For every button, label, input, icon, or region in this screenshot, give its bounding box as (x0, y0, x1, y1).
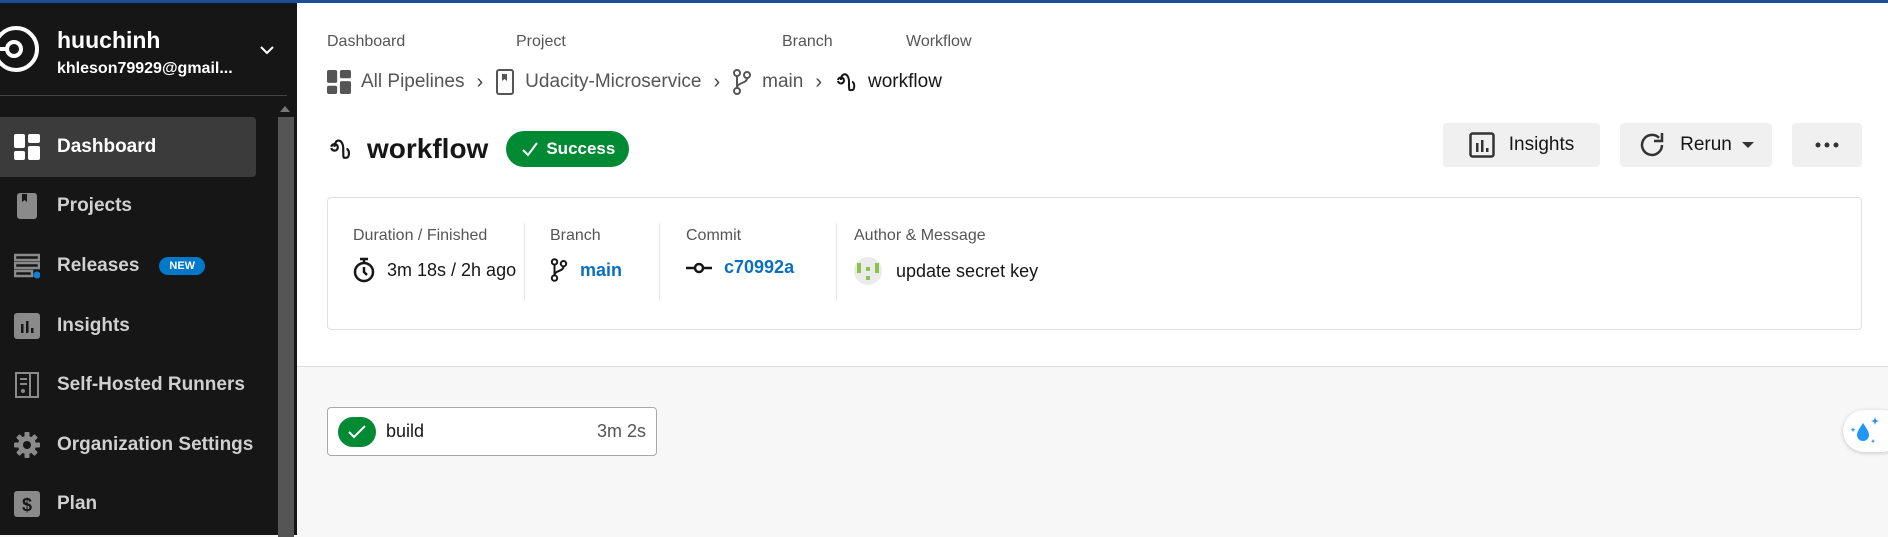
job-duration: 3m 2s (596, 421, 646, 441)
status-badge: Success (506, 131, 630, 167)
runner-icon (15, 372, 39, 399)
author-message-value: update secret key (854, 257, 1038, 285)
page-title: workflow (367, 133, 489, 164)
insights-button[interactable]: Insights (1443, 123, 1600, 167)
assistant-button[interactable] (1843, 410, 1888, 452)
workflow-header: Dashboard Project Branch Workflow All Pi… (297, 3, 1888, 367)
dollar-icon: $ (14, 491, 40, 518)
rerun-icon (1640, 133, 1664, 157)
breadcrumb-workflow[interactable]: workflow (868, 71, 942, 93)
org-switcher[interactable]: huuchinh khleson79929@gmail... (0, 3, 287, 96)
job-name: build (386, 421, 425, 441)
releases-icon (14, 253, 40, 279)
breadcrumb-label-project: Project (516, 33, 566, 50)
chevron-right-icon: › (476, 70, 484, 93)
success-check-icon (338, 416, 376, 447)
breadcrumb-label-branch: Branch (782, 33, 833, 50)
job-build[interactable]: build 3m 2s (327, 407, 657, 456)
sidebar-item-releases[interactable]: Releases NEW (0, 236, 256, 296)
chevron-right-icon: › (815, 70, 823, 93)
duration-value: 3m 18s / 2h ago (353, 257, 516, 283)
sidebar-item-dashboard[interactable]: Dashboard (0, 117, 256, 177)
sidebar-item-insights[interactable]: Insights (0, 296, 256, 356)
circleci-logo-icon (0, 26, 39, 72)
more-options-button[interactable] (1792, 123, 1862, 167)
divider (659, 223, 660, 301)
sidebar-item-label: Self-Hosted Runners (57, 374, 245, 396)
commit-label: Commit (686, 227, 742, 244)
gear-icon (14, 431, 40, 458)
sidebar-nav: Dashboard Projects Releases NEW Insights… (0, 117, 256, 534)
stopwatch-icon (353, 257, 375, 283)
title-row: workflow Success (327, 131, 630, 167)
breadcrumb-label-workflow: Workflow (906, 33, 972, 50)
breadcrumb: All Pipelines › Udacity-Microservice › m… (327, 69, 942, 95)
more-horizontal-icon (1815, 142, 1839, 148)
workflow-icon (837, 73, 856, 92)
branch-value: main (550, 257, 622, 283)
sidebar-scrollbar[interactable] (278, 117, 294, 537)
book-icon (17, 193, 37, 220)
workflow-icon (330, 139, 351, 159)
sidebar-item-label: Releases (57, 254, 140, 276)
commit-link[interactable]: c70992a (724, 257, 794, 278)
sidebar-item-self-hosted-runners[interactable]: Self-Hosted Runners (0, 355, 256, 415)
avatar (854, 257, 882, 285)
sparkle-drop-icon (1850, 417, 1879, 444)
sidebar-item-label: Organization Settings (57, 433, 254, 455)
branch-link[interactable]: main (580, 260, 622, 281)
sidebar-item-label: Dashboard (57, 135, 157, 157)
new-badge: NEW (159, 256, 206, 275)
sidebar-item-plan[interactable]: $ Plan (0, 475, 256, 535)
divider (836, 223, 837, 301)
author-message-label: Author & Message (854, 227, 986, 244)
breadcrumb-all-pipelines[interactable]: All Pipelines (361, 71, 465, 93)
check-icon (522, 142, 539, 157)
bar-chart-icon (14, 312, 40, 339)
project-icon (496, 69, 515, 95)
sidebar-item-label: Insights (57, 314, 130, 336)
commit-message: update secret key (896, 260, 1039, 281)
status-text: Success (546, 139, 616, 158)
breadcrumb-label-dashboard: Dashboard (327, 33, 406, 50)
insights-label: Insights (1508, 134, 1575, 155)
bar-chart-icon (1469, 132, 1495, 158)
divider (524, 223, 525, 301)
sidebar-item-label: Plan (57, 493, 98, 515)
sidebar: huuchinh khleson79929@gmail... Dashboard… (0, 3, 297, 537)
branch-icon (733, 69, 752, 95)
dashboard-icon (14, 133, 40, 160)
commit-icon (686, 262, 712, 273)
duration-text: 3m 18s / 2h ago (387, 259, 517, 280)
sidebar-item-label: Projects (57, 195, 132, 217)
commit-value: c70992a (686, 257, 794, 278)
breadcrumb-project[interactable]: Udacity-Microservice (525, 71, 701, 93)
rerun-label: Rerun (1680, 134, 1732, 155)
sidebar-item-projects[interactable]: Projects (0, 177, 256, 237)
chevron-down-icon[interactable] (258, 41, 276, 59)
scroll-up-arrow[interactable] (280, 106, 290, 112)
rerun-button[interactable]: Rerun (1620, 123, 1772, 167)
caret-down-icon (1741, 142, 1754, 148)
breadcrumb-branch[interactable]: main (762, 71, 803, 93)
dashboard-icon (327, 70, 351, 94)
chevron-right-icon: › (713, 70, 721, 93)
org-email: khleson79929@gmail... (57, 60, 233, 77)
svg-text:$: $ (22, 495, 32, 515)
branch-icon (550, 258, 568, 282)
duration-label: Duration / Finished (353, 227, 488, 244)
workflow-summary-card: Duration / Finished 3m 18s / 2h ago Bran… (327, 197, 1862, 330)
branch-label: Branch (550, 227, 601, 244)
org-name: huuchinh (57, 27, 161, 53)
sidebar-item-organization-settings[interactable]: Organization Settings (0, 415, 256, 475)
